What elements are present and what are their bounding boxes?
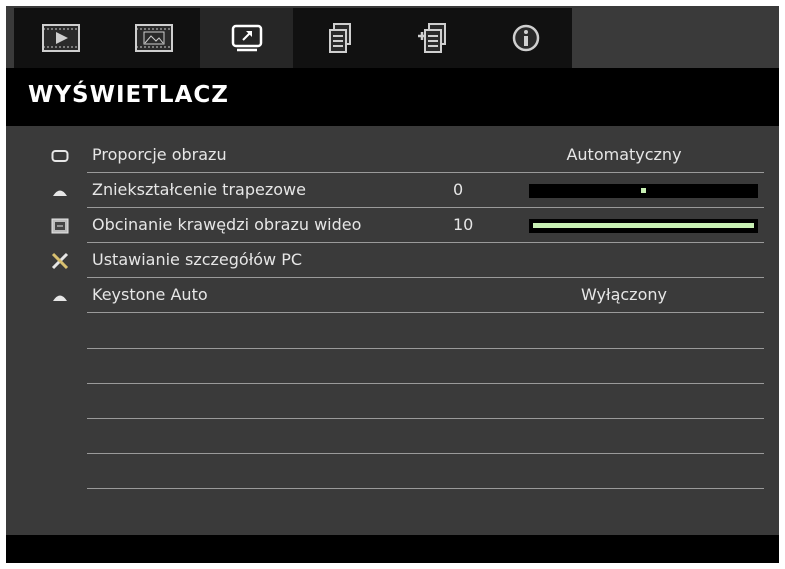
menu-item-pc-settings[interactable]: Ustawianie szczegółów PC	[6, 243, 779, 278]
keystone-value: 0	[453, 180, 464, 199]
info-icon	[511, 23, 541, 53]
osd-menu-window: WYŚWIETLACZ Proporcje obrazu Automatyczn…	[6, 6, 779, 563]
empty-row-divider	[87, 453, 764, 454]
tab-options[interactable]	[386, 8, 479, 68]
row-divider	[87, 312, 764, 313]
play-icon	[41, 23, 81, 53]
menu-item-label: Obcinanie krawędzi obrazu wideo	[92, 215, 362, 234]
empty-row-divider	[87, 348, 764, 349]
aspect-ratio-value[interactable]: Automatyczny	[529, 145, 719, 164]
image-icon	[134, 23, 174, 53]
settings-menu: Proporcje obrazu Automatyczny Zniekształ…	[6, 126, 779, 536]
menu-item-label: Proporcje obrazu	[92, 145, 227, 164]
tab-info[interactable]	[479, 8, 572, 68]
menu-item-aspect-ratio[interactable]: Proporcje obrazu Automatyczny	[6, 138, 779, 173]
document-icon	[325, 22, 355, 54]
overscan-slider[interactable]	[529, 219, 758, 233]
menu-item-label: Zniekształcenie trapezowe	[92, 180, 306, 199]
keystone-auto-icon	[50, 286, 70, 306]
empty-row-divider	[87, 418, 764, 419]
menu-item-label: Keystone Auto	[92, 285, 208, 304]
empty-row-divider	[87, 383, 764, 384]
tab-image-settings[interactable]	[107, 8, 200, 68]
tab-bar	[6, 6, 779, 68]
keystone-auto-value[interactable]: Wyłączony	[529, 285, 719, 304]
tab-image-play[interactable]	[14, 8, 107, 68]
menu-item-keystone[interactable]: Zniekształcenie trapezowe 0	[6, 173, 779, 208]
keystone-slider-knob[interactable]	[641, 188, 646, 193]
tab-display[interactable]	[200, 8, 293, 68]
aspect-ratio-icon	[50, 146, 70, 166]
menu-item-keystone-auto[interactable]: Keystone Auto Wyłączony	[6, 278, 779, 313]
overscan-slider-fill	[533, 223, 754, 228]
overscan-icon	[50, 216, 70, 236]
menu-item-overscan[interactable]: Obcinanie krawędzi obrazu wideo 10	[6, 208, 779, 243]
menu-item-label: Ustawianie szczegółów PC	[92, 250, 303, 269]
footer-bar	[6, 535, 779, 563]
keystone-icon	[50, 181, 70, 201]
overscan-value: 10	[453, 215, 474, 234]
display-icon	[229, 23, 265, 53]
settings-document-icon	[416, 22, 450, 54]
empty-row-divider	[87, 488, 764, 489]
pc-tools-icon	[50, 251, 70, 271]
tab-setup[interactable]	[293, 8, 386, 68]
title-bar: WYŚWIETLACZ	[6, 68, 779, 126]
page-title: WYŚWIETLACZ	[28, 82, 229, 108]
keystone-slider[interactable]	[529, 184, 758, 198]
